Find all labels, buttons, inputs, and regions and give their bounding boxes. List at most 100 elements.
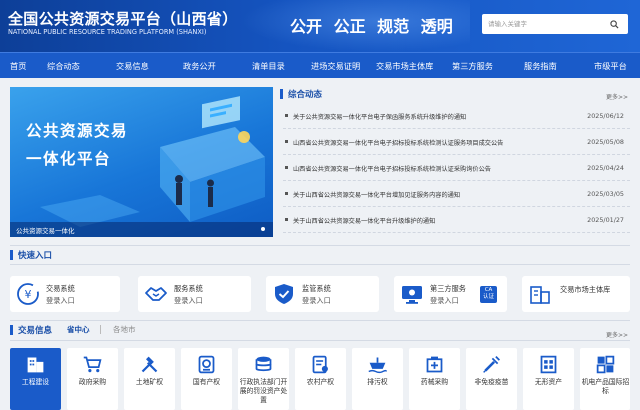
news-item-title[interactable]: 关于山西省公共资源交易一体化平台增加见证服务内容的通知 xyxy=(293,190,563,199)
machinery-icon xyxy=(596,355,615,374)
news-section-marker xyxy=(280,89,283,99)
nav-item-catalog[interactable]: 清单目录 xyxy=(252,60,285,72)
tile-machinery-bidding[interactable]: 机电产品国际招标 xyxy=(580,348,630,410)
tile-medicine-procurement[interactable]: 药械采购 xyxy=(409,348,460,410)
tile-vaccine[interactable]: 非免疫疫苗 xyxy=(466,348,517,410)
quick-card-name: 第三方服务 xyxy=(430,284,466,293)
bullet-icon xyxy=(285,140,288,143)
nav-item-market-db[interactable]: 交易市场主体库 xyxy=(376,60,433,72)
news-item[interactable]: 山西省公共资源交易一体化平台电子招标投标系统检测认证服务项目成交公告 2025/… xyxy=(283,129,630,155)
quick-card-login[interactable]: 登录入口 xyxy=(46,296,75,306)
tile-label: 排污权 xyxy=(367,378,388,386)
tile-emission-rights[interactable]: 排污权 xyxy=(352,348,403,410)
tile-label: 机电产品国际招标 xyxy=(581,378,630,395)
search-input[interactable] xyxy=(482,15,607,33)
header-slogan: 公开 公正 规范 透明 xyxy=(290,17,453,36)
news-item-title[interactable]: 山西省公共资源交易一体化平台电子招标投标系统检测认证采购询价公告 xyxy=(293,164,563,173)
tab-province-center[interactable]: 省中心 xyxy=(67,324,90,335)
nav-item-service-guide[interactable]: 服务指南 xyxy=(524,60,557,72)
intangible-icon xyxy=(540,355,557,374)
nav-item-trade-info[interactable]: 交易信息 xyxy=(116,60,149,72)
medicine-icon xyxy=(426,356,443,373)
news-item-title[interactable]: 关于公共资源交易一体化平台电子保函服务系统升级维护的通知 xyxy=(293,112,563,121)
nav-item-gov-affairs[interactable]: 政务公开 xyxy=(183,60,216,72)
quick-section-title: 快速入口 xyxy=(18,251,53,261)
rural-icon xyxy=(312,355,328,374)
nav-item-city-platform[interactable]: 市级平台 xyxy=(594,60,627,72)
tile-intangible-assets[interactable]: 无形资产 xyxy=(523,348,574,410)
quick-card-supervision[interactable]: 监管系统 登录入口 xyxy=(266,276,379,312)
tab-separator xyxy=(100,325,101,334)
quick-card-name: 服务系统 xyxy=(174,284,203,293)
news-item-date: 2025/03/05 xyxy=(587,190,624,198)
quick-card-service[interactable]: 服务系统 登录入口 xyxy=(138,276,251,312)
news-item-date: 2025/04/24 xyxy=(587,164,624,172)
news-item[interactable]: 关于山西省公共资源交易一体化平台升级维护的通知 2025/01/27 xyxy=(283,207,630,233)
news-item-date: 2025/06/12 xyxy=(587,112,624,120)
quick-card-login[interactable]: 登录入口 xyxy=(430,296,459,306)
news-section-title[interactable]: 综合动态 xyxy=(288,88,322,100)
building-icon xyxy=(27,357,44,373)
news-item-date: 2025/05/08 xyxy=(587,138,624,146)
bullet-icon xyxy=(285,218,288,221)
site-header: 全国公共资源交易平台（山西省） NATIONAL PUBLIC RESOURCE… xyxy=(0,0,640,52)
quick-card-login[interactable]: 登录入口 xyxy=(302,296,331,306)
building-icon xyxy=(530,286,550,304)
bullet-icon xyxy=(285,166,288,169)
nav-item-third-party[interactable]: 第三方服务 xyxy=(452,60,493,72)
site-subtitle: NATIONAL PUBLIC RESOURCE TRADING PLATFOR… xyxy=(8,28,207,36)
news-more-link[interactable]: 更多>> xyxy=(606,92,628,101)
nav-item-entry-proof[interactable]: 进场交易证明 xyxy=(311,60,360,72)
quick-card-name: 交易市场主体库 xyxy=(560,285,611,294)
tile-label: 工程建设 xyxy=(21,378,50,386)
news-item-date: 2025/01/27 xyxy=(587,216,624,224)
transaction-system-icon: ¥ xyxy=(17,283,39,305)
tile-label: 政府采购 xyxy=(78,378,107,386)
tab-cities[interactable]: 各地市 xyxy=(113,324,136,335)
quick-card-transaction[interactable]: ¥ 交易系统 登录入口 xyxy=(10,276,120,312)
carousel-dot[interactable] xyxy=(261,227,265,231)
tile-label: 非免疫疫苗 xyxy=(474,378,509,386)
trade-section-marker xyxy=(10,325,13,335)
ca-badge-top: CA xyxy=(484,287,493,293)
news-item[interactable]: 关于山西省公共资源交易一体化平台增加见证服务内容的通知 2025/03/05 xyxy=(283,181,630,207)
banner-caption-bar: 公共资源交易一体化 xyxy=(10,222,273,237)
news-item-title[interactable]: 关于山西省公共资源交易一体化平台升级维护的通知 xyxy=(293,216,563,225)
handshake-icon xyxy=(145,287,167,301)
nav-item-news[interactable]: 综合动态 xyxy=(47,60,80,72)
section-divider xyxy=(10,245,630,246)
vaccine-icon xyxy=(483,356,500,373)
tile-confiscated-assets[interactable]: 行政执法部门开展的罚没资产处置 xyxy=(238,348,289,410)
banner-headline-line2: 一体化平台 xyxy=(26,150,112,168)
tools-icon xyxy=(141,356,158,373)
nav-item-home[interactable]: 首页 xyxy=(10,60,26,72)
news-item[interactable]: 山西省公共资源交易一体化平台电子招标投标系统检测认证采购询价公告 2025/04… xyxy=(283,155,630,181)
cart-icon xyxy=(83,356,102,373)
quick-card-name: 监管系统 xyxy=(302,284,331,293)
tile-label: 土地矿权 xyxy=(135,378,164,386)
news-item[interactable]: 关于公共资源交易一体化平台电子保函服务系统升级维护的通知 2025/06/12 xyxy=(283,103,630,129)
tile-label: 国有产权 xyxy=(192,378,221,386)
news-list: 关于公共资源交易一体化平台电子保函服务系统升级维护的通知 2025/06/12 … xyxy=(283,103,630,233)
ca-certificate-badge[interactable]: CA 认证 xyxy=(480,286,497,303)
news-item-title[interactable]: 山西省公共资源交易一体化平台电子招标投标系统检测认证服务项目成交公告 xyxy=(293,138,563,147)
tile-land-mining[interactable]: 土地矿权 xyxy=(124,348,175,410)
quick-card-name: 交易系统 xyxy=(46,284,75,293)
coins-icon xyxy=(255,356,272,372)
quick-card-market-db[interactable]: 交易市场主体库 xyxy=(522,276,630,312)
quick-card-third-party[interactable]: 第三方服务 登录入口 CA 认证 xyxy=(394,276,507,312)
search-icon[interactable] xyxy=(607,17,621,31)
quick-card-login[interactable]: 登录入口 xyxy=(174,296,203,306)
quick-section-marker xyxy=(10,250,13,260)
third-party-screen-icon xyxy=(402,286,422,304)
ca-badge-bottom: 认证 xyxy=(482,294,494,300)
tile-engineering[interactable]: 工程建设 xyxy=(10,348,61,410)
tile-gov-procurement[interactable]: 政府采购 xyxy=(67,348,118,410)
tile-state-property[interactable]: 国有产权 xyxy=(181,348,232,410)
tile-rural-property[interactable]: 农村产权 xyxy=(295,348,346,410)
site-title[interactable]: 全国公共资源交易平台（山西省） xyxy=(8,8,238,29)
trade-more-link[interactable]: 更多>> xyxy=(606,330,628,339)
hero-banner[interactable]: 公共资源交易 一体化平台 公共资源交易一体化 xyxy=(10,87,273,237)
section-divider xyxy=(10,320,630,321)
bullet-icon xyxy=(285,114,288,117)
